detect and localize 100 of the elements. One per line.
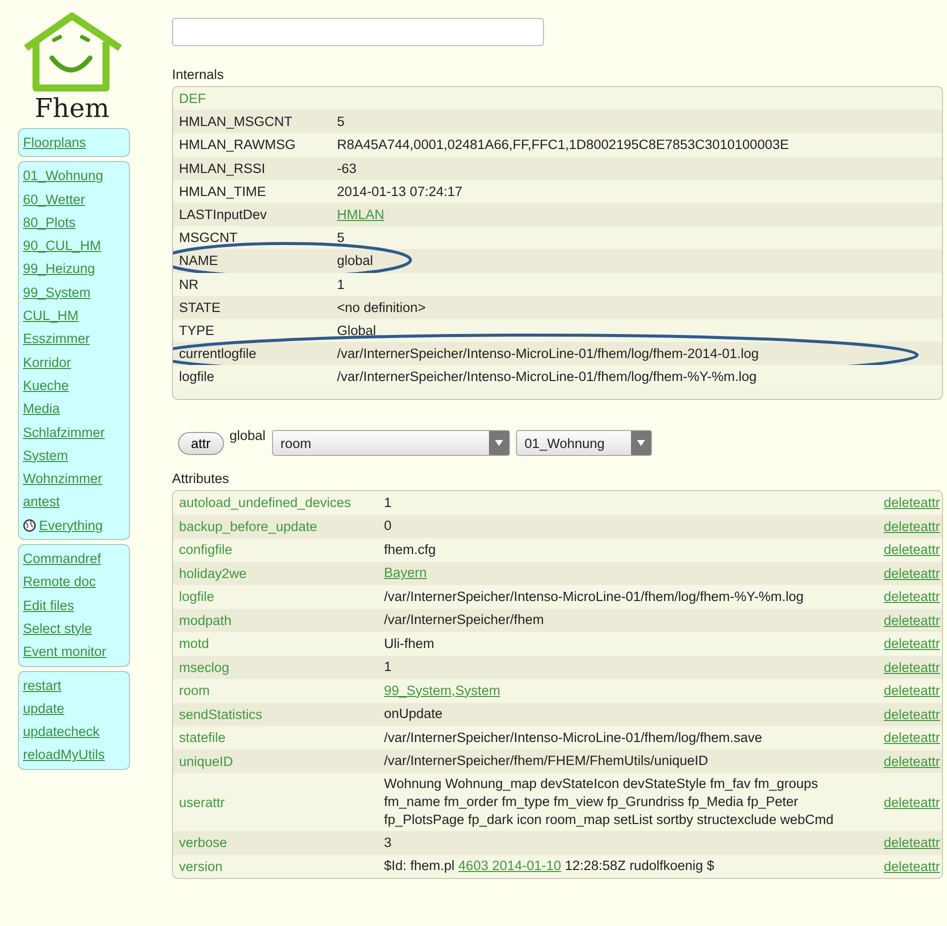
menu-link[interactable]: 60_Wetter xyxy=(23,188,125,211)
delete-link[interactable]: deleteattr xyxy=(874,706,940,722)
globe-icon xyxy=(23,518,36,532)
delete-link[interactable]: deleteattr xyxy=(874,589,940,604)
table-cell-text: LASTInputDev xyxy=(179,207,268,222)
menu-link[interactable]: reloadMyUtils xyxy=(23,743,125,767)
delete-link[interactable]: deleteattr xyxy=(874,754,940,769)
menu-link[interactable]: Esszimmer xyxy=(23,327,125,351)
table-cell-text: TYPE xyxy=(179,322,216,338)
table-cell-text: Uli-fhem xyxy=(384,634,436,653)
section-title: Attributes xyxy=(172,470,230,488)
delete-link[interactable]: deleteattr xyxy=(874,566,940,581)
table-cell-text: /var/InternerSpeicher/fhem xyxy=(384,611,545,630)
device-name: global xyxy=(230,428,266,443)
table-cell-text: HMLAN_RSSI xyxy=(179,160,266,176)
delete-link[interactable]: deleteattr xyxy=(874,660,940,675)
value-link[interactable]: 99_System,System xyxy=(384,682,500,698)
menu-link[interactable]: updatecheck xyxy=(23,720,125,744)
table-cell-text: currentlogfile xyxy=(179,346,258,362)
menu-link[interactable]: Event monitor xyxy=(23,640,125,664)
table-cell-text: logfile xyxy=(179,369,216,384)
menu-link[interactable]: 90_CUL_HM xyxy=(23,234,125,258)
menu-link[interactable]: Remote doc xyxy=(23,570,125,594)
menu-link[interactable]: Wohnzimmer xyxy=(23,467,125,490)
table-cell-text: HMLAN_MSGCNT xyxy=(179,114,294,130)
menu-link[interactable]: Edit files xyxy=(23,594,125,617)
device-link[interactable]: HMLAN xyxy=(337,207,384,222)
value-link[interactable]: Bayern xyxy=(384,565,427,580)
table-cell: /var/InternerSpeicher/Intenso-MicroLine-01/fhem/log/fhem-2014-01.log xyxy=(337,346,759,362)
section-title: Internals xyxy=(172,66,225,84)
table-cell-text: uniqueID xyxy=(179,754,234,769)
menu-link[interactable]: restart xyxy=(23,674,125,697)
revision-link[interactable]: 4603 2014-01-10 xyxy=(458,858,562,874)
menu-link[interactable]: update xyxy=(23,696,125,720)
table-cell-text: mseclog xyxy=(179,660,230,675)
delete-link[interactable]: deleteattr xyxy=(874,794,940,810)
table-cell-text: MSGCNT xyxy=(179,230,238,246)
table-cell: R8A45A744,0001,02481A66,FF,FFC1,1D8002195C8E7853C3010100003E xyxy=(337,137,789,152)
table-cell-text: motd xyxy=(179,636,210,652)
delete-link[interactable]: deleteattr xyxy=(874,542,940,558)
attribute-dropdown[interactable]: room xyxy=(272,430,510,456)
command-field[interactable] xyxy=(172,18,544,46)
table-cell-text: userattr xyxy=(179,794,226,810)
table-cell: global xyxy=(337,253,374,268)
table-cell-text: Wohnung Wohnung_map devStateIcon devStateStyle fm_fav fm_groups fm_name fm_order fm_type fm_view fp_Grundriss fp_Media fp_Peter fp_PlotsPage fp_dark icon room_map setList sortby structexclude webCmd xyxy=(384,775,834,829)
delete-link[interactable]: deleteattr xyxy=(874,612,940,628)
menu-link[interactable]: Schlafzimmer xyxy=(23,420,125,444)
menu-link[interactable]: Commandref xyxy=(23,547,125,570)
table-cell-text: HMLAN_RAWMSG xyxy=(179,137,297,152)
table-cell-text: 1 xyxy=(384,494,393,512)
table-cell-text: autoload_undefined_devices xyxy=(179,495,352,510)
delete-link[interactable]: deleteattr xyxy=(874,636,940,652)
table-cell-text: HMLAN_TIME xyxy=(179,184,268,199)
menu-link[interactable]: antest xyxy=(23,490,125,514)
menu-link[interactable]: Korridor xyxy=(23,350,125,374)
table-cell-text: backup_before_update xyxy=(179,518,318,534)
menu-link[interactable]: 01_Wohnung xyxy=(23,164,125,188)
table-cell-text: $Id: fhem.pl 4603 2014-01-10 12:28:58Z rudolfkoenig $ xyxy=(384,857,716,876)
menu-link[interactable]: 99_Heizung xyxy=(23,257,125,281)
menu-link[interactable]: 99_System xyxy=(23,280,125,304)
caret-icon xyxy=(494,440,503,446)
menu-link[interactable]: Kueche xyxy=(23,374,125,398)
table-cell-text: logfile xyxy=(179,589,216,604)
menu-link[interactable]: Media xyxy=(23,397,125,421)
menu-link[interactable]: System xyxy=(23,444,125,468)
table-cell-text: version xyxy=(179,858,224,874)
table-cell-text: sendStatistics xyxy=(179,706,264,722)
table-cell-text: NAME xyxy=(179,253,220,268)
table-cell-text: room xyxy=(179,683,211,698)
table-cell-text: fhem.cfg xyxy=(384,540,437,559)
menu-link[interactable]: Floorplans xyxy=(23,131,125,154)
table-cell: -63 xyxy=(337,160,357,176)
table-cell: Global xyxy=(337,322,376,338)
value-dropdown[interactable]: 01_Wohnung xyxy=(516,430,652,456)
table-cell-text: modpath xyxy=(179,612,233,628)
menu-link[interactable]: CUL_HM xyxy=(23,304,125,328)
table-cell-text: statefile xyxy=(179,730,227,746)
table-cell-text: /var/InternerSpeicher/Intenso-MicroLine-01/fhem/log/fhem.save xyxy=(384,728,764,747)
table-cell-text: configfile xyxy=(179,542,234,558)
delete-link[interactable]: deleteattr xyxy=(874,835,940,850)
table-cell-text: DEF xyxy=(179,91,207,106)
delete-link[interactable]: deleteattr xyxy=(874,730,940,746)
table-cell: /var/InternerSpeicher/Intenso-MicroLine-01/fhem/log/fhem-%Y-%m.log xyxy=(337,369,757,384)
delete-link[interactable]: deleteattr xyxy=(874,683,940,698)
delete-link[interactable]: deleteattr xyxy=(874,858,940,874)
menu-link[interactable]: Select style xyxy=(23,616,125,640)
attr-button[interactable]: attr xyxy=(178,432,224,454)
table-cell-text: 3 xyxy=(384,834,393,852)
delete-link[interactable]: deleteattr xyxy=(874,495,940,510)
table-cell: 5 xyxy=(337,230,345,246)
table-cell: 2014-01-13 07:24:17 xyxy=(337,184,462,199)
menu-link[interactable]: 80_Plots xyxy=(23,210,125,234)
menu-link[interactable]: Everything xyxy=(39,514,103,538)
table-cell-text: /var/InternerSpeicher/fhem/FHEM/FhemUtils/uniqueID xyxy=(384,752,710,770)
table-cell: 1 xyxy=(337,276,345,292)
table-cell-text: STATE xyxy=(179,300,222,315)
delete-link[interactable]: deleteattr xyxy=(874,518,940,534)
table-cell-text: /var/InternerSpeicher/Intenso-MicroLine-01/fhem/log/fhem-%Y-%m.log xyxy=(384,588,805,606)
table-cell-text: holiday2we xyxy=(179,566,248,581)
table-cell: <no definition> xyxy=(337,300,426,315)
